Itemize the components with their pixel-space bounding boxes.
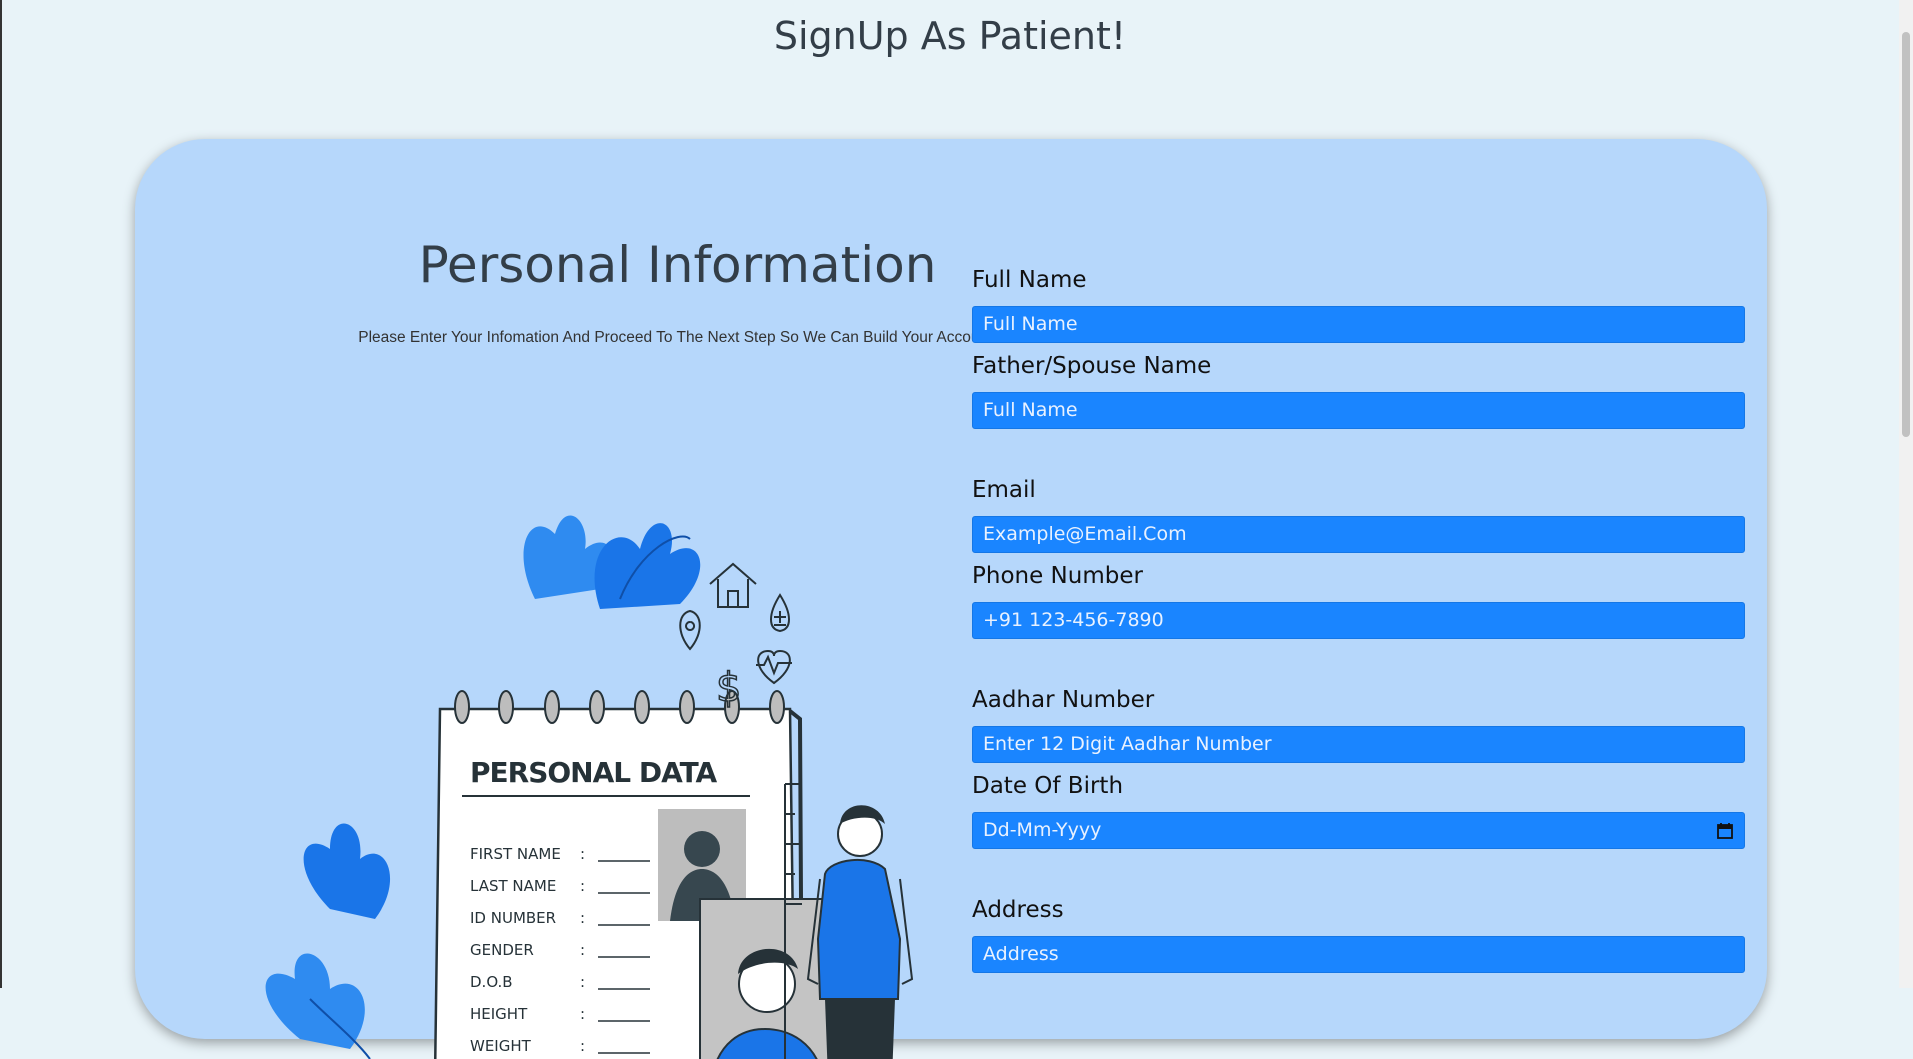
- notepad-row-separator: :: [580, 1037, 585, 1055]
- notepad-row-separator: :: [580, 909, 585, 927]
- notepad-heading: PERSONAL DATA: [470, 756, 718, 789]
- notepad-row-separator: :: [580, 973, 585, 991]
- home-icon: [709, 562, 757, 608]
- full-name-label: Full Name: [972, 267, 1087, 293]
- notepad-row-label: ID NUMBER: [470, 909, 556, 927]
- blood-drop-icon: [770, 593, 790, 633]
- aadhar-number-label: Aadhar Number: [972, 687, 1155, 713]
- full-name-input[interactable]: Full Name: [972, 306, 1745, 343]
- section-title: Personal Information: [418, 236, 937, 294]
- notepad-row-label: FIRST NAME: [470, 845, 561, 863]
- phone-number-label: Phone Number: [972, 563, 1143, 589]
- notepad-row-label: WEIGHT: [470, 1037, 532, 1055]
- date-of-birth-input[interactable]: Dd-Mm-Yyyy: [972, 812, 1745, 849]
- scrollbar-thumb[interactable]: [1902, 32, 1910, 437]
- calendar-icon[interactable]: [1716, 822, 1734, 840]
- signup-card: Personal Information Please Enter Your I…: [135, 139, 1767, 1059]
- father-spouse-name-label: Father/Spouse Name: [972, 353, 1212, 379]
- email-input[interactable]: Example@Email.Com: [972, 516, 1745, 553]
- notepad-row-separator: :: [580, 845, 585, 863]
- notepad-row-label: HEIGHT: [470, 1005, 528, 1023]
- father-spouse-name-input[interactable]: Full Name: [972, 392, 1745, 429]
- dollar-icon: $: [716, 665, 741, 711]
- location-pin-icon: [679, 609, 701, 651]
- notepad-row-label: D.O.B: [470, 973, 513, 991]
- page-title: SignUp As Patient!: [773, 14, 1127, 58]
- notepad-row-separator: :: [580, 941, 585, 959]
- email-label: Email: [972, 477, 1036, 503]
- date-of-birth-label: Date Of Birth: [972, 773, 1124, 799]
- photo-card: [699, 898, 831, 1059]
- notepad-row-label: GENDER: [470, 941, 534, 959]
- address-label: Address: [972, 897, 1064, 923]
- section-subtitle: Please Enter Your Infomation And Proceed…: [358, 329, 997, 346]
- notepad-row-separator: :: [580, 877, 585, 895]
- phone-number-input[interactable]: +91 123-456-7890: [972, 602, 1745, 639]
- notepad-row-label: LAST NAME: [470, 877, 556, 895]
- page-scrollbar[interactable]: [1899, 0, 1913, 988]
- personal-data-illustration: PERSONAL DATA FIRST NAME: LAST NAME: ID NU…: [265, 515, 914, 1059]
- notepad-row-separator: :: [580, 1005, 585, 1023]
- address-input[interactable]: Address: [972, 936, 1745, 973]
- heart-pulse-icon: [756, 649, 792, 685]
- window-edge: [0, 0, 2, 988]
- aadhar-number-input[interactable]: Enter 12 Digit Aadhar Number: [972, 726, 1745, 763]
